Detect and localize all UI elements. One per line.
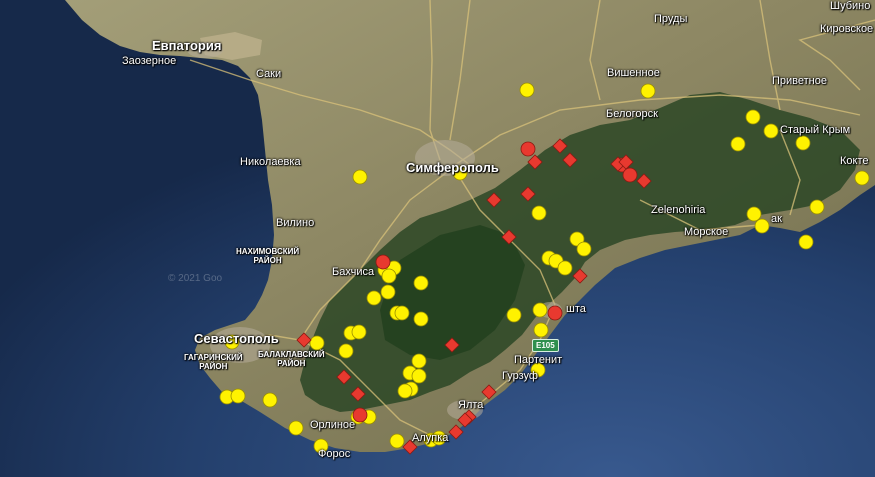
red-circle-marker[interactable] — [520, 141, 536, 157]
label-saki: Саки — [256, 68, 282, 80]
map-canvas — [0, 0, 875, 477]
label-alushta: шта — [566, 303, 586, 315]
yellow-site-marker[interactable] — [576, 241, 592, 257]
label-zelenohiria: Zelenohiria — [651, 204, 706, 216]
label-foros: Форос — [318, 448, 351, 460]
label-orlinoe: Орлиное — [310, 419, 356, 431]
yellow-site-marker[interactable] — [352, 169, 368, 185]
yellow-site-marker[interactable] — [338, 343, 354, 359]
yellow-site-marker[interactable] — [309, 335, 325, 351]
label-alupka: Алупка — [412, 432, 449, 444]
yellow-site-marker[interactable] — [262, 392, 278, 408]
label-gagarinsky: ГАГАРИНСКИЙ РАЙОН — [184, 353, 243, 371]
satellite-map[interactable]: Евпатория Заозерное Саки Николаевка Вили… — [0, 0, 875, 477]
yellow-site-marker[interactable] — [380, 284, 396, 300]
label-nakhimovsky: НАХИМОВСКИЙ РАЙОН — [236, 247, 300, 265]
label-sevastopol: Севастополь — [194, 331, 279, 346]
label-privetnoe: Приветное — [772, 75, 827, 87]
yellow-site-marker[interactable] — [389, 433, 405, 449]
yellow-site-marker[interactable] — [798, 234, 814, 250]
yellow-site-marker[interactable] — [397, 383, 413, 399]
yellow-site-marker[interactable] — [746, 206, 762, 222]
label-yalta: Ялта — [458, 399, 484, 411]
yellow-site-marker[interactable] — [532, 302, 548, 318]
label-kirovskoe: Кировское — [820, 23, 874, 35]
yellow-site-marker[interactable] — [640, 83, 656, 99]
yellow-site-marker[interactable] — [854, 170, 870, 186]
yellow-site-marker[interactable] — [230, 388, 246, 404]
label-simferopol: Симферополь — [406, 160, 499, 175]
yellow-site-marker[interactable] — [351, 324, 367, 340]
yellow-site-marker[interactable] — [506, 307, 522, 323]
label-vilino: Вилино — [276, 217, 315, 229]
yellow-site-marker[interactable] — [366, 290, 382, 306]
yellow-site-marker[interactable] — [413, 311, 429, 327]
yellow-site-marker[interactable] — [288, 420, 304, 436]
map-attribution: © 2021 Goo — [168, 273, 223, 284]
label-sudak: ак — [771, 213, 782, 225]
label-stary-krym: Старый Крым — [780, 124, 851, 136]
label-gurzuf: Гурзуф — [502, 370, 538, 382]
label-partenit: Партенит — [514, 354, 563, 366]
yellow-site-marker[interactable] — [413, 275, 429, 291]
label-yevpatoria: Евпатория — [152, 38, 222, 53]
label-morskoe: Морское — [684, 226, 729, 238]
yellow-site-marker[interactable] — [519, 82, 535, 98]
road-badge-e105: E105 — [532, 339, 559, 352]
yellow-site-marker[interactable] — [557, 260, 573, 276]
yellow-site-marker[interactable] — [411, 353, 427, 369]
label-nikolaevka: Николаевка — [240, 156, 301, 168]
yellow-site-marker[interactable] — [411, 368, 427, 384]
red-circle-marker[interactable] — [375, 254, 391, 270]
yellow-site-marker[interactable] — [795, 135, 811, 151]
yellow-site-marker[interactable] — [381, 268, 397, 284]
yellow-site-marker[interactable] — [531, 205, 547, 221]
red-circle-marker[interactable] — [622, 167, 638, 183]
yellow-site-marker[interactable] — [533, 322, 549, 338]
label-belogorsk: Белогорск — [606, 108, 658, 120]
label-prudy: Пруды — [654, 13, 688, 25]
yellow-site-marker[interactable] — [763, 123, 779, 139]
label-vishennoe: Вишенное — [607, 67, 660, 79]
label-bakhchisaray: Бахчиса — [332, 266, 375, 278]
label-koktebel: Кокте — [840, 155, 869, 167]
red-circle-marker[interactable] — [547, 305, 563, 321]
label-zaozernoe: Заозерное — [122, 55, 177, 67]
yellow-site-marker[interactable] — [754, 218, 770, 234]
label-shubino: Шубино — [830, 0, 871, 12]
yellow-site-marker[interactable] — [394, 305, 410, 321]
yellow-site-marker[interactable] — [809, 199, 825, 215]
yellow-site-marker[interactable] — [730, 136, 746, 152]
label-balaklavsky: БАЛАКЛАВСКИЙ РАЙОН — [258, 350, 325, 368]
yellow-site-marker[interactable] — [745, 109, 761, 125]
